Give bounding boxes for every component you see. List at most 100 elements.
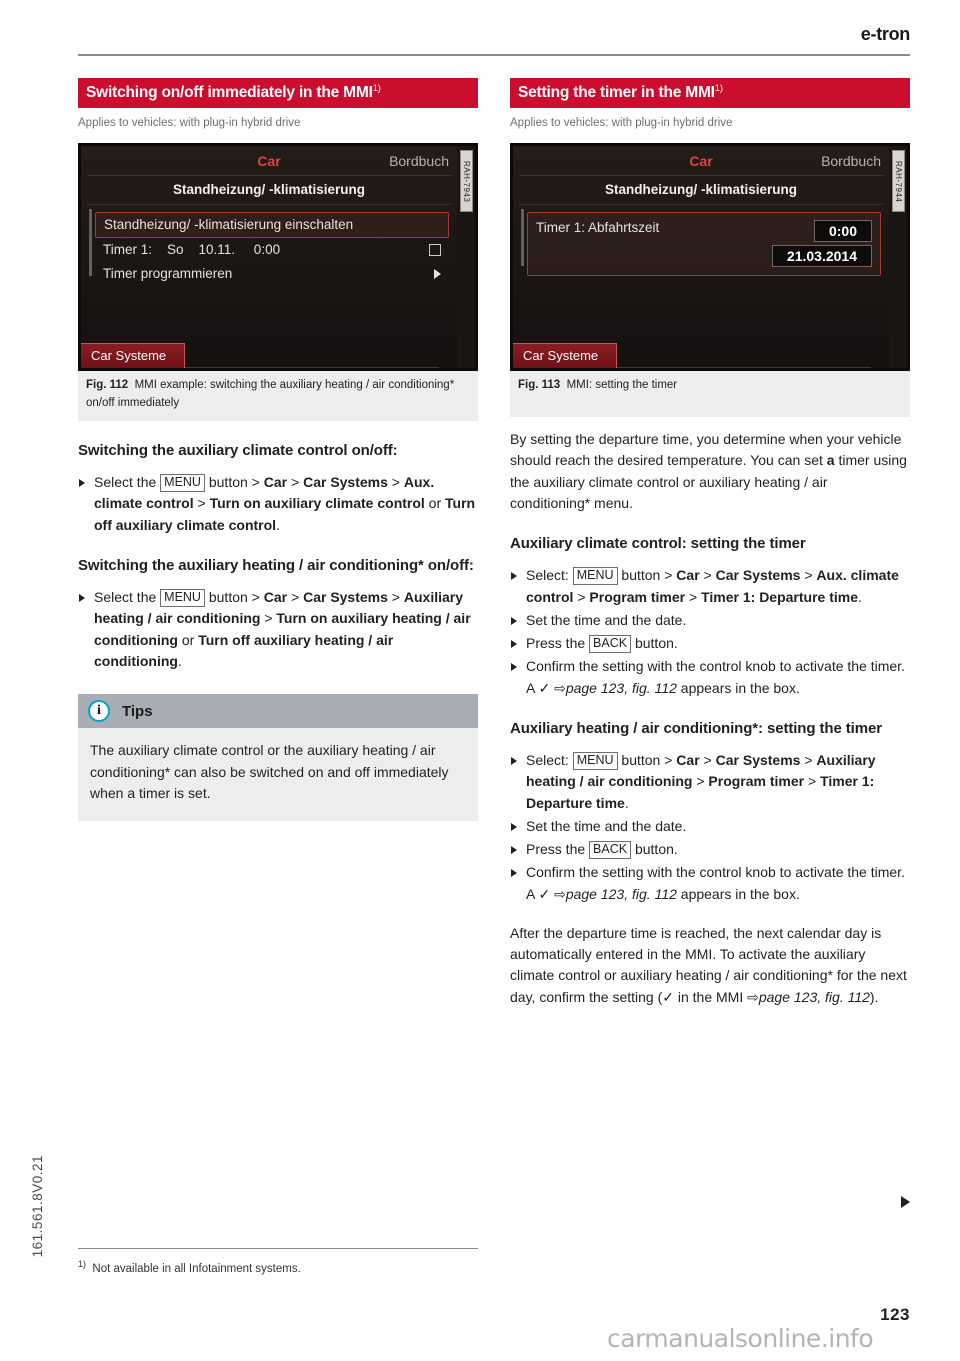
mmi-list-item-timer-programmieren[interactable]: Timer programmieren [95,262,449,286]
figure-caption-text: MMI example: switching the auxiliary hea… [86,379,455,410]
section-heading-switching: Switching on/off immediately in the MMI1… [78,78,478,109]
mmi-timer-values: 0:00 21.03.2014 [771,220,872,268]
step-text: button > [617,567,677,584]
menu-button-key[interactable]: MENU [160,589,205,607]
menu-button-key[interactable]: MENU [160,474,205,492]
outro-text: ). [869,988,879,1005]
departure-date-value[interactable]: 21.03.2014 [771,245,872,268]
section-heading-setting-timer: Setting the timer in the MMI1) [510,78,910,109]
checkmark-icon: ✓ [538,679,551,696]
mmi-list-item-timer1[interactable]: Timer 1: So 10.11. 0:00 [95,238,449,262]
cross-reference[interactable]: page 123, fig. 112 [566,680,677,696]
step-text: Select the [94,589,161,605]
footnote-divider [78,1248,478,1249]
departure-time-value[interactable]: 0:00 [813,220,872,243]
image-code-label: RAH-7944 [892,150,905,213]
header-divider [78,54,910,56]
step-set-time-date: Set the time and the date. [510,610,910,631]
figure-number: Fig. 113 [518,379,561,392]
footnote-text: 1) Not available in all Infotainment sys… [78,1259,478,1275]
figure-caption-text: MMI: setting the timer [566,379,678,392]
path-program-timer: Program timer [589,588,686,605]
step-text: button. [631,841,678,858]
step-text: appears in the box. [676,679,800,696]
continuation-arrow-icon [901,1196,910,1208]
step-text: Select: [526,752,573,769]
menu-button-key[interactable]: MENU [572,752,618,770]
outro-text: in the MMI [673,988,748,1005]
footnote-marker: 1) [78,1259,87,1269]
step-press-back: Press the BACK button. [510,633,910,654]
path-sep: > [804,773,821,790]
timer-checkbox[interactable] [429,243,441,256]
back-button-key[interactable]: BACK [589,841,632,859]
page-header: e-tron [78,24,910,56]
path-sep: > [800,752,817,769]
path-sep: > [260,610,277,627]
path-sep: > [699,752,716,769]
menu-button-key[interactable]: MENU [572,567,618,585]
step-set-time-date: Set the time and the date. [510,816,910,837]
mmi-tab-car-systeme[interactable]: Car Systeme [513,343,618,369]
path-car: Car [263,474,288,491]
info-icon: i [88,700,110,723]
mmi-bordbuch-label: Bordbuch [821,152,881,169]
step-period: . [858,588,862,605]
tips-header: i Tips [78,694,478,729]
step-text: appears in the box. [676,885,800,902]
mmi-list-item-label: Timer 1: So 10.11. 0:00 [103,242,281,258]
mmi-list-item-label: Timer programmieren [103,266,233,282]
applies-to-note: Applies to vehicles: with plug-in hybrid… [510,117,733,130]
mmi-list-item-label: Standheizung/ -klimatisierung einschalte… [104,217,354,233]
cross-reference[interactable]: page 123, fig. 112 [566,886,677,902]
mmi-menu-car-label: Car [689,152,713,169]
path-sep: > [699,567,716,584]
step-select-menu-heating-timer: Select: MENU button > Car > Car Systems … [510,750,910,814]
mmi-display: Car Bordbuch Standheizung/ -klimatisieru… [513,146,889,369]
step-text: Select: [526,567,573,584]
step-period: . [624,794,629,811]
mmi-screenshot-113: Car Bordbuch Standheizung/ -klimatisieru… [510,143,910,372]
step-select-menu-climate: Select the MENU button > Car > Car Syste… [78,472,478,536]
step-select-menu-heating: Select the MENU button > Car > Car Syste… [78,587,478,672]
chevron-right-icon [434,268,441,279]
heading-switching-aux-heating: Switching the auxiliary heating / air co… [78,556,474,574]
path-car: Car [676,567,700,584]
heading-aux-climate-timer: Auxiliary climate control: setting the t… [510,535,806,553]
outro-paragraph: After the departure time is reached, the… [510,923,910,1008]
mmi-topbar: Car Bordbuch [87,146,451,177]
mmi-tab-car-systeme[interactable]: Car Systeme [81,343,186,369]
brand-title: e-tron [860,24,911,44]
step-text: Select the [94,474,161,491]
right-column: Setting the timer in the MMI1) Applies t… [510,78,910,1208]
step-confirm-setting: Confirm the setting with the control kno… [510,656,910,699]
path-sep: > [387,589,404,605]
steps-aux-heating-timer: Select: MENU button > Car > Car Systems … [510,750,910,905]
section-heading-text: Switching on/off immediately in the MMI [86,84,373,102]
mmi-menu-car-label: Car [257,152,281,169]
mmi-list-item-einschalten[interactable]: Standheizung/ -klimatisierung einschalte… [95,212,449,239]
mmi-list-item-label: Timer 1: Abfahrtszeit [536,220,660,236]
image-code-label: RAH-7943 [460,150,473,213]
heading-switching-climate-control: Switching the auxiliary climate control … [78,441,398,459]
back-button-key[interactable]: BACK [589,635,632,653]
step-text: Press the [526,841,590,858]
tips-body: The auxiliary climate control or the aux… [78,728,478,822]
path-car-systems: Car Systems [303,589,388,605]
step-period: . [177,652,182,669]
step-text: button. [631,635,678,652]
cross-reference[interactable]: page 123, fig. 112 [759,989,870,1005]
mmi-list-item-abfahrtszeit[interactable]: Timer 1: Abfahrtszeit 0:00 21.03.2014 [527,212,881,277]
step-confirm-setting: Confirm the setting with the control kno… [510,862,910,905]
cross-ref-arrow-icon: ⇨ [747,988,759,1005]
path-or: or [177,631,199,648]
mmi-display: Car Bordbuch Standheizung/ -klimatisieru… [81,146,457,369]
figure-number: Fig. 112 [86,379,129,392]
path-turn-on: Turn on auxiliary climate control [209,495,425,512]
path-or: or [424,495,446,512]
step-press-back: Press the BACK button. [510,839,910,860]
cross-ref-arrow-icon: ⇨ [554,679,566,696]
footnote-area: 1) Not available in all Infotainment sys… [78,1248,478,1275]
step-text: button > [204,474,264,491]
path-sep: > [692,773,709,790]
